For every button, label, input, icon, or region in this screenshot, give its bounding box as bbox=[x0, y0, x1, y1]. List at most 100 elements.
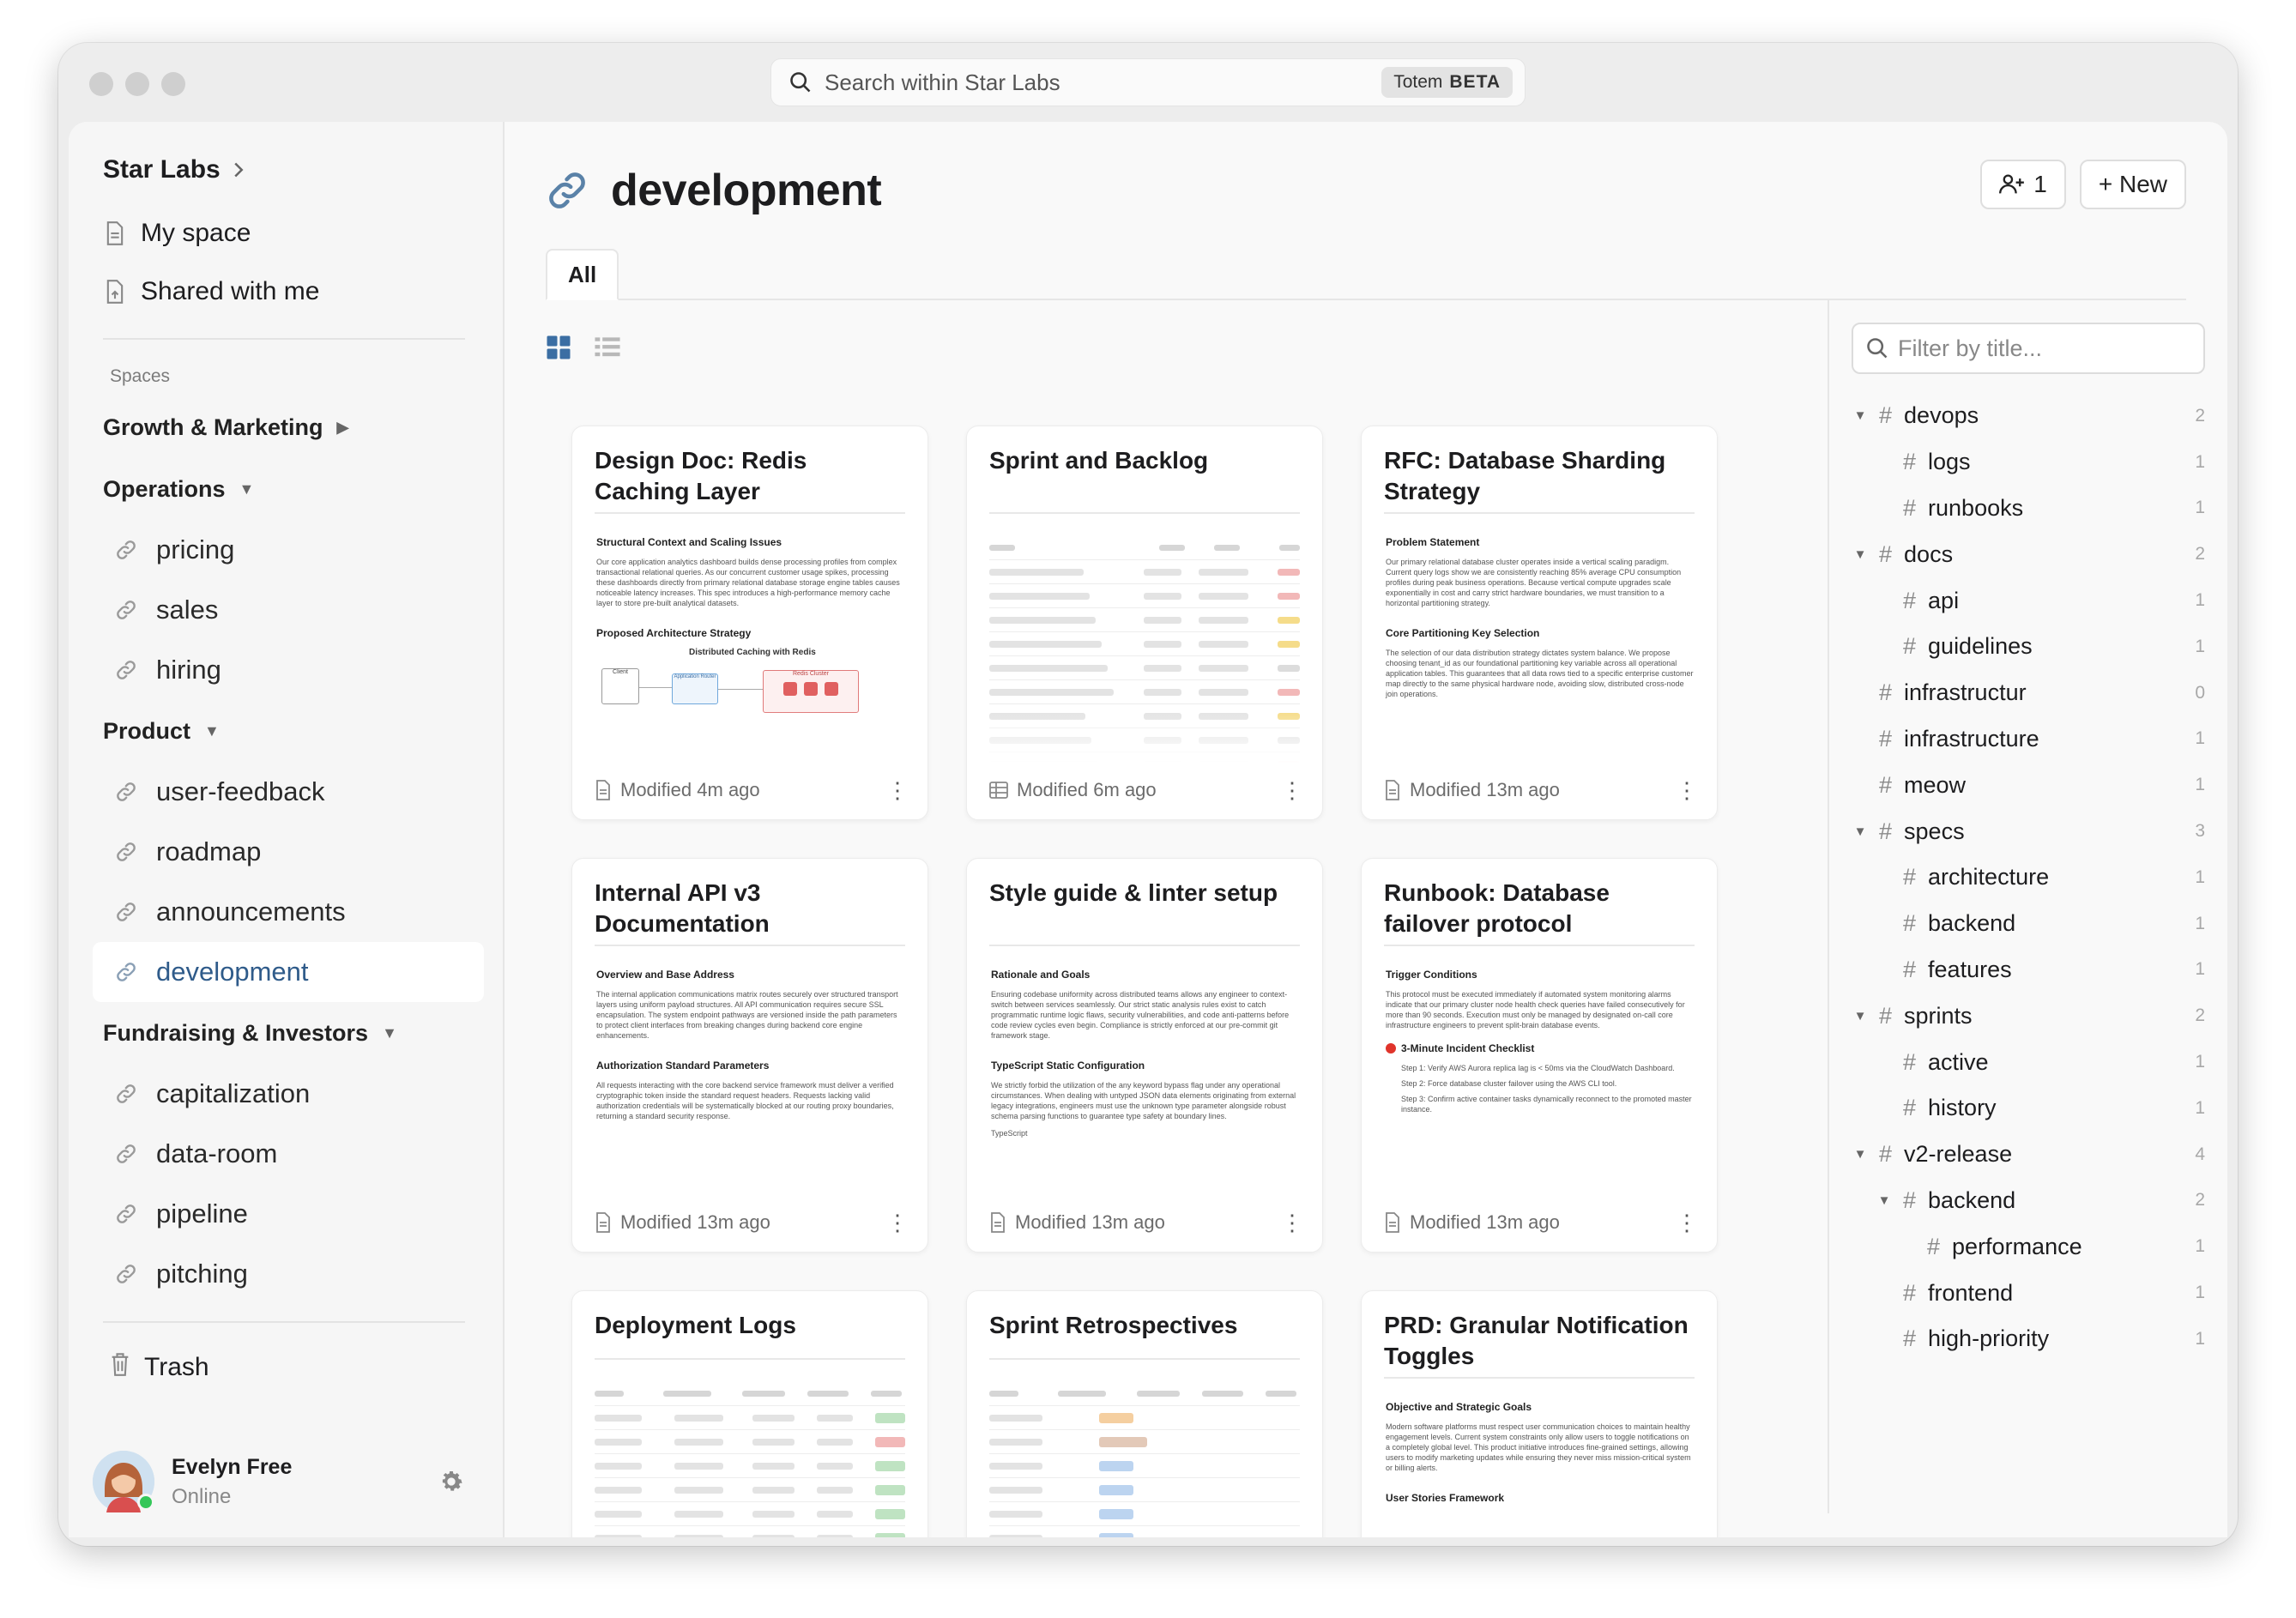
preview-heading: Objective and Strategic Goals bbox=[1386, 1401, 1532, 1413]
more-icon[interactable]: ⋮ bbox=[1281, 1211, 1303, 1234]
document-cards: Design Doc: Redis Caching Layer Structur… bbox=[571, 426, 1718, 1537]
user-profile[interactable]: Evelyn Free Online bbox=[93, 1443, 479, 1520]
tag-item-runbooks[interactable]: # runbooks 1 bbox=[1852, 486, 2205, 532]
filter-placeholder: Filter by title... bbox=[1898, 335, 2043, 361]
nav-my-space[interactable]: My space bbox=[69, 204, 503, 263]
members-button[interactable]: 1 bbox=[1980, 160, 2066, 209]
workspace-switcher[interactable]: Star Labs bbox=[69, 146, 503, 194]
document-card[interactable]: Design Doc: Redis Caching Layer Structur… bbox=[571, 426, 928, 820]
space-item-hiring[interactable]: hiring bbox=[93, 640, 484, 700]
table-row bbox=[989, 632, 1300, 656]
document-card[interactable]: Internal API v3 Documentation Overview a… bbox=[571, 858, 928, 1253]
document-card[interactable]: Sprint Retrospectives bbox=[966, 1290, 1323, 1537]
diagram-label: Client bbox=[613, 669, 628, 675]
space-item-data-room[interactable]: data-room bbox=[93, 1124, 484, 1184]
close-window-button[interactable] bbox=[89, 72, 113, 96]
group-fundraising-investors[interactable]: Fundraising & Investors ▼ bbox=[69, 1002, 503, 1064]
space-item-development[interactable]: development bbox=[93, 942, 484, 1002]
tag-item-infrastructur[interactable]: # infrastructur 0 bbox=[1852, 670, 2205, 716]
table-row bbox=[989, 608, 1300, 632]
tag-item-meow[interactable]: # meow 1 bbox=[1852, 762, 2205, 808]
diagram-connector bbox=[639, 687, 672, 688]
document-card[interactable]: Runbook: Database failover protocol Trig… bbox=[1361, 858, 1718, 1253]
sidebar-divider bbox=[103, 1321, 465, 1323]
avatar[interactable] bbox=[93, 1451, 154, 1512]
space-item-announcements[interactable]: announcements bbox=[93, 882, 484, 942]
group-product[interactable]: Product ▼ bbox=[69, 700, 503, 762]
tag-item-high-priority[interactable]: # high-priority 1 bbox=[1852, 1316, 2205, 1362]
preview-heading: Authorization Standard Parameters bbox=[596, 1060, 770, 1072]
tag-item-sprints[interactable]: ▼ # sprints 2 bbox=[1852, 993, 2205, 1039]
tag-count: 2 bbox=[2195, 405, 2205, 426]
tab-bar: All bbox=[546, 249, 2186, 300]
list-view-icon[interactable] bbox=[594, 335, 621, 360]
document-card[interactable]: Sprint and Backlog Modified 6m ago ⋮ bbox=[966, 426, 1323, 820]
group-growth-marketing[interactable]: Growth & Marketing ▶ bbox=[69, 396, 503, 458]
tag-item-performance[interactable]: # performance 1 bbox=[1852, 1223, 2205, 1270]
totem-label: Totem bbox=[1393, 72, 1443, 92]
tag-item-v2-release[interactable]: ▼ # v2-release 4 bbox=[1852, 1132, 2205, 1178]
caret-down-icon[interactable]: ▼ bbox=[1852, 1147, 1869, 1162]
document-card[interactable]: PRD: Granular Notification Toggles Objec… bbox=[1361, 1290, 1718, 1537]
search-placeholder: Search within Star Labs bbox=[825, 69, 1060, 95]
table-row bbox=[595, 1502, 905, 1526]
caret-down-icon[interactable]: ▼ bbox=[1852, 408, 1869, 423]
tag-item-devops[interactable]: ▼ # devops 2 bbox=[1852, 393, 2205, 439]
minimize-window-button[interactable] bbox=[125, 72, 149, 96]
tag-item-guidelines[interactable]: # guidelines 1 bbox=[1852, 624, 2205, 670]
caret-down-icon[interactable]: ▼ bbox=[1852, 824, 1869, 839]
gear-icon[interactable] bbox=[438, 1468, 465, 1495]
link-icon bbox=[115, 1143, 139, 1165]
document-card[interactable]: Style guide & linter setup Rationale and… bbox=[966, 858, 1323, 1253]
tag-item-specs[interactable]: ▼ # specs 3 bbox=[1852, 808, 2205, 854]
tag-item-active[interactable]: # active 1 bbox=[1852, 1039, 2205, 1085]
tag-count: 1 bbox=[2195, 959, 2205, 980]
tab-all[interactable]: All bbox=[546, 249, 619, 300]
more-icon[interactable]: ⋮ bbox=[1676, 1211, 1698, 1234]
caret-down-icon[interactable]: ▼ bbox=[1852, 1009, 1869, 1023]
filter-by-title-input[interactable]: Filter by title... bbox=[1852, 323, 2205, 374]
table-row bbox=[989, 680, 1300, 704]
hash-icon: # bbox=[1903, 910, 1917, 937]
table-row bbox=[595, 1478, 905, 1502]
nav-trash[interactable]: Trash bbox=[69, 1340, 503, 1395]
caret-down-icon[interactable]: ▼ bbox=[1852, 547, 1869, 562]
caret-down-icon[interactable]: ▼ bbox=[1876, 1193, 1893, 1208]
document-card[interactable]: RFC: Database Sharding Strategy Problem … bbox=[1361, 426, 1718, 820]
group-label: Operations bbox=[103, 475, 226, 502]
space-item-pricing[interactable]: pricing bbox=[93, 520, 484, 580]
new-button[interactable]: + New bbox=[2079, 160, 2186, 209]
tag-item-infrastructure[interactable]: # infrastructure 1 bbox=[1852, 716, 2205, 763]
tag-item-backend[interactable]: ▼ # backend 2 bbox=[1852, 1178, 2205, 1224]
space-item-roadmap[interactable]: roadmap bbox=[93, 822, 484, 882]
table-row bbox=[989, 1430, 1300, 1454]
more-icon[interactable]: ⋮ bbox=[886, 1211, 909, 1234]
tag-count: 1 bbox=[2195, 775, 2205, 795]
space-item-user-feedback[interactable]: user-feedback bbox=[93, 762, 484, 822]
global-search[interactable]: Search within Star Labs Totem BETA bbox=[770, 58, 1526, 106]
tag-item-api[interactable]: # api 1 bbox=[1852, 577, 2205, 624]
tag-item-backend[interactable]: # backend 1 bbox=[1852, 901, 2205, 947]
maximize-window-button[interactable] bbox=[161, 72, 185, 96]
sidebar-divider bbox=[103, 338, 465, 340]
checklist-step: Step 2: Force database cluster failover … bbox=[1401, 1079, 1617, 1088]
tag-item-frontend[interactable]: # frontend 1 bbox=[1852, 1270, 2205, 1316]
nav-shared-with-me[interactable]: Shared with me bbox=[69, 263, 503, 321]
tag-item-docs[interactable]: ▼ # docs 2 bbox=[1852, 531, 2205, 577]
group-operations[interactable]: Operations ▼ bbox=[69, 458, 503, 520]
document-card[interactable]: Deployment Logs bbox=[571, 1290, 928, 1537]
tag-item-architecture[interactable]: # architecture 1 bbox=[1852, 854, 2205, 901]
tag-item-logs[interactable]: # logs 1 bbox=[1852, 439, 2205, 486]
more-icon[interactable]: ⋮ bbox=[886, 779, 909, 801]
tag-item-features[interactable]: # features 1 bbox=[1852, 947, 2205, 993]
more-icon[interactable]: ⋮ bbox=[1281, 779, 1303, 801]
tag-item-history[interactable]: # history 1 bbox=[1852, 1085, 2205, 1132]
more-icon[interactable]: ⋮ bbox=[1676, 779, 1698, 801]
totem-beta-badge[interactable]: Totem BETA bbox=[1381, 67, 1513, 98]
space-item-pitching[interactable]: pitching bbox=[93, 1244, 484, 1304]
space-item-pipeline[interactable]: pipeline bbox=[93, 1184, 484, 1244]
grid-view-icon[interactable] bbox=[546, 335, 571, 360]
space-item-sales[interactable]: sales bbox=[93, 580, 484, 640]
card-title: Internal API v3 Documentation bbox=[595, 879, 770, 937]
space-item-capitalization[interactable]: capitalization bbox=[93, 1064, 484, 1124]
